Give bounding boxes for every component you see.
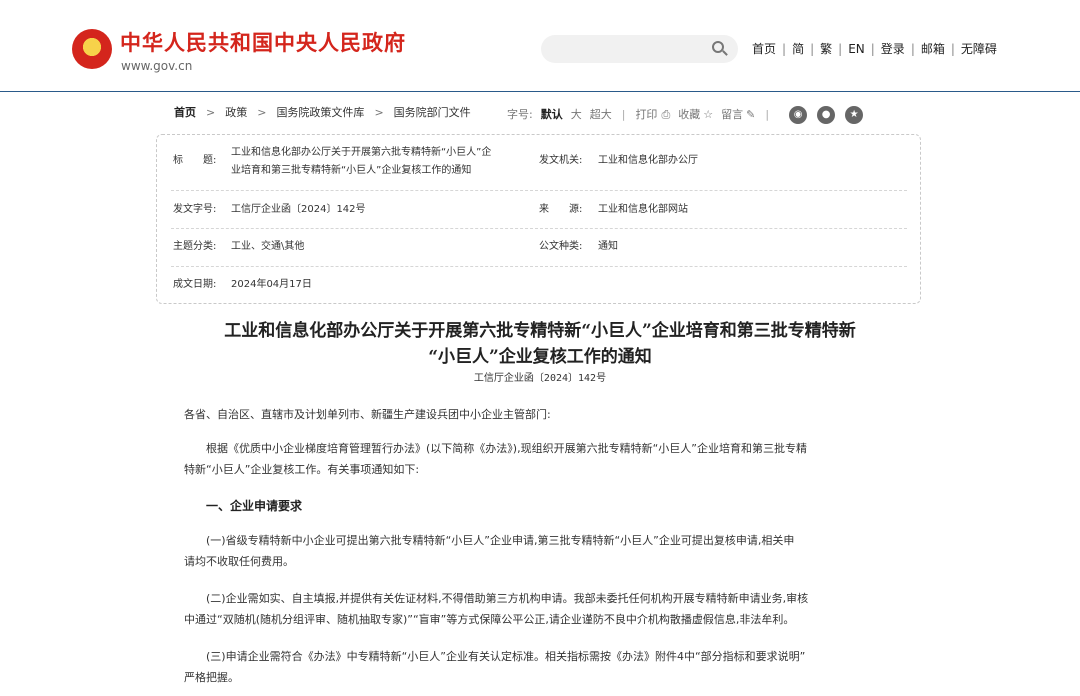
meta-row-title: 标 题: 工业和信息化部办公厅关于开展第六批专精特新“小巨人”企 业培育和第三批… <box>171 135 907 191</box>
emblem-star: ★ <box>86 36 98 50</box>
pencil-icon[interactable]: ✎ <box>746 108 755 122</box>
breadcrumb: 首页 > 政策 > 国务院政策文件库 > 国务院部门文件 <box>174 106 471 120</box>
nav-traditional[interactable]: 繁 <box>820 41 832 57</box>
nav-separator: | <box>810 42 815 56</box>
nav-accessibility[interactable]: 无障碍 <box>961 41 997 57</box>
paragraph-1-line2: 请均不收取任何费用。 <box>184 555 294 568</box>
breadcrumb-department-docs[interactable]: 国务院部门文件 <box>394 106 471 120</box>
nav-separator: | <box>950 42 955 56</box>
paragraph-3-line1: (三)申请企业需符合《办法》中专精特新“小巨人”企业有关认定标准。相关指标需按《… <box>184 650 806 663</box>
nav-separator: | <box>870 42 875 56</box>
article-tools: 字号: 默认 大 超大 | 打印 ⎙ 收藏 ☆ 留言 ✎ | ◉ ● ★ <box>507 106 864 124</box>
breadcrumb-separator: > <box>374 106 384 119</box>
nav-separator: | <box>782 42 787 56</box>
tools-divider: | <box>621 108 626 121</box>
issuer-value: 工业和信息化部办公厅 <box>598 155 698 166</box>
date-label: 成文日期: <box>173 279 217 290</box>
category-value: 工业、交通\其他 <box>231 241 305 252</box>
top-nav: 首页 | 简 | 繁 | EN | 登录 | 邮箱 | 无障碍 <box>752 41 997 57</box>
nav-separator: | <box>910 42 915 56</box>
section-heading-1: 一、企业申请要求 <box>206 499 303 513</box>
issuer-label: 发文机关: <box>539 155 583 166</box>
paragraph-2-line1: (二)企业需如实、自主填报,并提供有关佐证材料,不得借助第三方机构申请。我部未委… <box>184 592 809 605</box>
paragraph-3: (三)申请企业需符合《办法》中专精特新“小巨人”企业有关认定标准。相关指标需按《… <box>184 646 904 688</box>
title-value-line1: 工业和信息化部办公厅关于开展第六批专精特新“小巨人”企 <box>231 147 492 158</box>
meta-row-docno: 发文字号: 工信厅企业函〔2024〕142号 来 源: 工业和信息化部网站 <box>171 191 907 229</box>
article-title-line2: “小巨人”企业复核工作的通知 <box>428 347 652 367</box>
national-emblem-icon[interactable]: ★ <box>72 29 112 69</box>
source-value: 工业和信息化部网站 <box>598 204 688 215</box>
nav-login[interactable]: 登录 <box>881 41 905 57</box>
font-large-button[interactable]: 大 <box>571 108 582 122</box>
breadcrumb-separator: > <box>257 106 267 119</box>
tools-divider: | <box>765 108 770 121</box>
meta-row-category: 主题分类: 工业、交通\其他 公文种类: 通知 <box>171 229 907 267</box>
article-title-line1: 工业和信息化部办公厅关于开展第六批专精特新“小巨人”企业培育和第三批专精特新 <box>224 321 856 341</box>
docno-value: 工信厅企业函〔2024〕142号 <box>231 204 366 215</box>
paragraph-3-line2: 严格把握。 <box>184 671 239 684</box>
nav-home[interactable]: 首页 <box>752 41 776 57</box>
nav-separator: | <box>838 42 843 56</box>
nav-english[interactable]: EN <box>848 41 865 57</box>
search-icon[interactable] <box>712 41 728 57</box>
star-icon[interactable]: ☆ <box>703 108 713 122</box>
comment-button[interactable]: 留言 <box>721 108 743 122</box>
breadcrumb-home[interactable]: 首页 <box>174 106 196 120</box>
font-default-button[interactable]: 默认 <box>541 108 563 122</box>
breadcrumb-separator: > <box>206 106 216 119</box>
title-label: 标 题: <box>173 155 217 166</box>
salutation: 各省、自治区、直辖市及计划单列市、新疆生产建设兵团中小企业主管部门: <box>184 408 551 421</box>
site-title[interactable]: 中华人民共和国中央人民政府 <box>120 30 406 56</box>
printer-icon[interactable]: ⎙ <box>661 108 670 122</box>
title-value-line2: 业培育和第三批专精特新“小巨人”企业复核工作的通知 <box>231 165 472 176</box>
nav-simplified[interactable]: 简 <box>792 41 804 57</box>
article-title: 工业和信息化部办公厅关于开展第六批专精特新“小巨人”企业培育和第三批专精特新 “… <box>160 318 920 370</box>
nav-mail[interactable]: 邮箱 <box>921 41 945 57</box>
wechat-icon[interactable]: ● <box>817 106 836 124</box>
date-value: 2024年04月17日 <box>231 279 312 290</box>
docno-label: 发文字号: <box>173 204 217 215</box>
intro-line1: 根据《优质中小企业梯度培育管理暂行办法》(以下简称《办法》),现组织开展第六批专… <box>184 442 807 455</box>
category-label: 主题分类: <box>173 241 217 252</box>
weibo-icon[interactable]: ◉ <box>789 106 808 124</box>
search-input[interactable] <box>541 35 738 63</box>
type-label: 公文种类: <box>539 241 583 252</box>
intro-paragraph: 根据《优质中小企业梯度培育管理暂行办法》(以下简称《办法》),现组织开展第六批专… <box>184 438 904 480</box>
breadcrumb-policy[interactable]: 政策 <box>225 106 247 120</box>
qzone-icon[interactable]: ★ <box>845 106 864 124</box>
site-header: ★ 中华人民共和国中央人民政府 www.gov.cn 首页 | 简 | 繁 | … <box>0 0 1080 92</box>
print-button[interactable]: 打印 <box>635 108 657 122</box>
article-docno: 工信厅企业函〔2024〕142号 <box>473 373 607 384</box>
favorite-button[interactable]: 收藏 <box>678 108 700 122</box>
type-value: 通知 <box>598 241 618 252</box>
breadcrumb-policy-library[interactable]: 国务院政策文件库 <box>276 106 364 120</box>
paragraph-1-line1: (一)省级专精特新中小企业可提出第六批专精特新“小巨人”企业申请,第三批专精特新… <box>184 534 795 547</box>
paragraph-2-line2: 中通过“双随机(随机分组评审、随机抽取专家)”“盲审”等方式保障公平公正,请企业… <box>184 613 795 626</box>
source-label: 来 源: <box>539 204 583 215</box>
site-url[interactable]: www.gov.cn <box>121 59 192 73</box>
intro-line2: 特新“小巨人”企业复核工作。有关事项通知如下: <box>184 463 420 476</box>
font-size-label: 字号: <box>507 108 533 121</box>
paragraph-2: (二)企业需如实、自主填报,并提供有关佐证材料,不得借助第三方机构申请。我部未委… <box>184 588 904 630</box>
document-metadata: 标 题: 工业和信息化部办公厅关于开展第六批专精特新“小巨人”企 业培育和第三批… <box>156 134 921 304</box>
font-xlarge-button[interactable]: 超大 <box>590 108 612 122</box>
paragraph-1: (一)省级专精特新中小企业可提出第六批专精特新“小巨人”企业申请,第三批专精特新… <box>184 530 904 572</box>
meta-row-date: 成文日期: 2024年04月17日 <box>171 267 907 303</box>
